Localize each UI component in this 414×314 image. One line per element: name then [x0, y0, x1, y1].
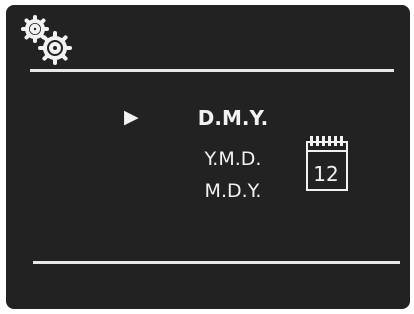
date-format-option-mdy[interactable]: M.D.Y.: [163, 179, 303, 203]
date-format-option-dmy[interactable]: D.M.Y.: [163, 106, 303, 130]
camera-screen: ▶ D.M.Y. Y.M.D. M.D.Y. 12: [6, 5, 410, 309]
bottom-divider: [33, 261, 400, 264]
date-format-option-ymd[interactable]: Y.M.D.: [163, 147, 303, 171]
top-divider: [30, 69, 394, 72]
calendar-day: 12: [313, 162, 339, 186]
triangle-right-icon: ▶: [124, 106, 139, 128]
settings-gears-icon: [21, 15, 72, 65]
